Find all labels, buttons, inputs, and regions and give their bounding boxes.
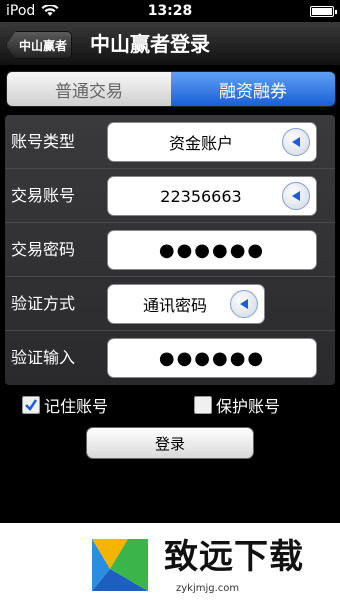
page-title: 中山赢者登录: [90, 32, 210, 56]
carrier-label: iPod: [6, 3, 36, 19]
tab-margin-trade[interactable]: 融资融券: [171, 72, 335, 106]
watermark-banner: 致远下载 zykjmjg.com: [0, 523, 340, 606]
banner-url: zykjmjg.com: [176, 583, 240, 594]
trade-password-value: ●●●●●●: [158, 239, 266, 261]
remember-account-checkbox[interactable]: 记住账号: [22, 393, 108, 417]
battery-icon: [310, 5, 337, 17]
verify-method-select[interactable]: 通讯密码: [107, 284, 265, 324]
brand-logo-icon: [92, 539, 148, 591]
verify-input-label: 验证输入: [11, 348, 76, 367]
account-number-value: 22356663: [160, 186, 242, 206]
form-row-account-type: 账号类型 资金账户: [5, 115, 335, 169]
dropdown-arrow-icon[interactable]: [282, 182, 310, 210]
form-row-verify-method: 验证方式 通讯密码: [5, 277, 335, 331]
wifi-icon: [41, 5, 59, 16]
account-number-field[interactable]: 22356663: [107, 176, 317, 216]
checkbox-checked-icon[interactable]: [22, 396, 40, 414]
dropdown-arrow-icon[interactable]: [230, 290, 258, 318]
options-row: 记住账号 保护账号: [0, 390, 340, 418]
navigation-bar: 中山赢者 中山赢者登录: [0, 22, 340, 66]
status-bar: iPod 13:28: [0, 0, 340, 22]
trade-password-field[interactable]: ●●●●●●: [107, 230, 317, 270]
protect-account-checkbox[interactable]: 保护账号: [194, 393, 280, 417]
form-row-trade-password: 交易密码 ●●●●●●: [5, 223, 335, 277]
verify-input-value: ●●●●●●: [158, 347, 266, 369]
account-type-select[interactable]: 资金账户: [107, 122, 317, 162]
form-row-account-number: 交易账号 22356663: [5, 169, 335, 223]
account-type-value: 资金账户: [168, 134, 233, 153]
form-row-verify-input: 验证输入 ●●●●●●: [5, 331, 335, 385]
account-type-label: 账号类型: [11, 132, 76, 151]
trade-type-segment: 普通交易 融资融券: [6, 71, 336, 107]
dropdown-arrow-icon[interactable]: [282, 128, 310, 156]
banner-title: 致远下载: [164, 537, 304, 577]
checkbox-unchecked-icon[interactable]: [194, 396, 212, 414]
remember-account-label: 记住账号: [44, 397, 109, 416]
login-form: 账号类型 资金账户 交易账号 22356663 交易密码 ●●●●●● 验证方式…: [5, 115, 335, 385]
protect-account-label: 保护账号: [216, 397, 281, 416]
back-button[interactable]: 中山赢者: [6, 31, 72, 59]
verify-method-value: 通讯密码: [142, 296, 207, 315]
verify-method-label: 验证方式: [11, 294, 76, 313]
login-button[interactable]: 登录: [86, 427, 254, 459]
verify-input-field[interactable]: ●●●●●●: [107, 338, 317, 378]
tab-normal-trade[interactable]: 普通交易: [7, 72, 171, 106]
account-number-label: 交易账号: [11, 186, 76, 205]
trade-password-label: 交易密码: [11, 240, 76, 259]
